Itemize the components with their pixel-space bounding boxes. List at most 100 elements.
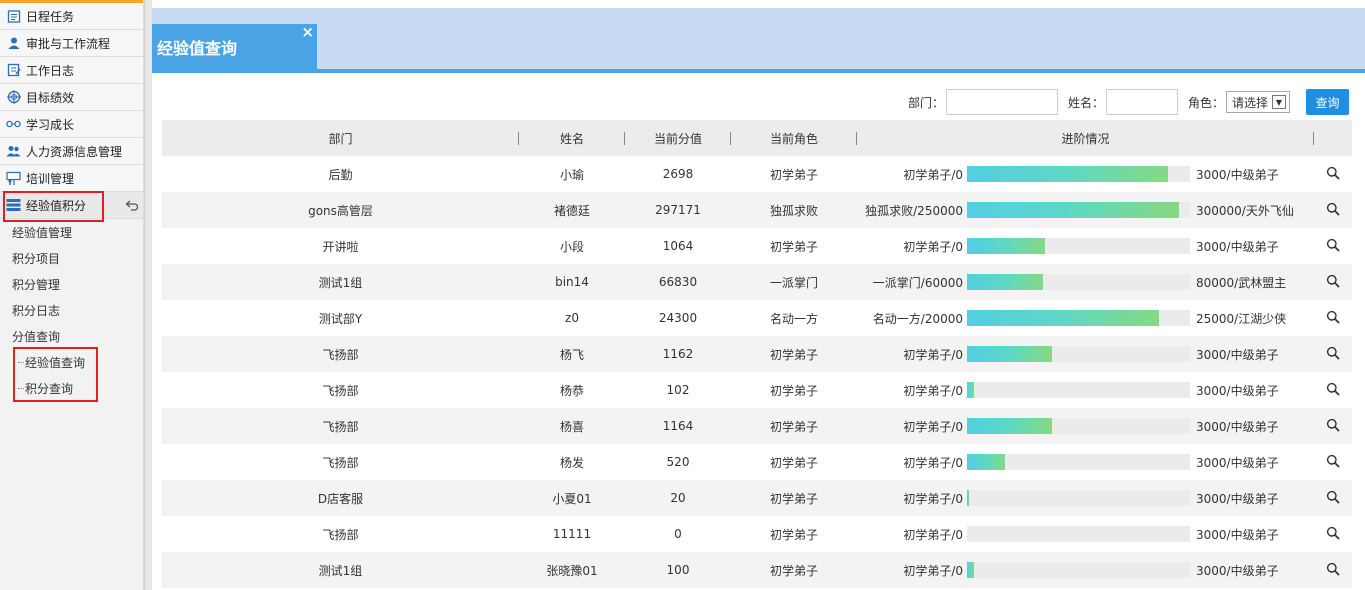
- progress-from-label: 初学弟子/0: [903, 455, 963, 470]
- cell-progress: 初学弟子/0 3000/中级弟子: [857, 156, 1314, 192]
- dept-input[interactable]: [945, 89, 1058, 115]
- magnifier-icon[interactable]: [1325, 273, 1341, 289]
- magnifier-icon[interactable]: [1325, 561, 1341, 577]
- tab-experience-query[interactable]: 经验值查询 ×: [152, 24, 317, 69]
- cell-progress: 名动一方/20000 25000/江湖少侠: [857, 300, 1314, 336]
- submenu-item[interactable]: 分值查询: [0, 323, 143, 349]
- search-bar: 部门： 姓名： 角色： 请选择 ▼ 查询: [908, 89, 1349, 115]
- sidebar-item-label: 学习成长: [26, 117, 75, 132]
- cell-score: 520: [625, 444, 731, 480]
- magnifier-icon[interactable]: [1325, 381, 1341, 397]
- cell-dept: 后勤: [162, 156, 519, 192]
- cell-progress: 初学弟子/0 3000/中级弟子: [857, 444, 1314, 480]
- cell-dept: 飞扬部: [162, 336, 519, 372]
- cell-name: 杨喜: [519, 408, 625, 444]
- cell-dept: 飞扬部: [162, 516, 519, 552]
- cell-name: 杨恭: [519, 372, 625, 408]
- cell-role: 初学弟子: [731, 552, 857, 588]
- sidebar-scrollbar[interactable]: [144, 0, 152, 590]
- sidebar-item-3[interactable]: 工作日志: [0, 57, 143, 84]
- sidebar-item-6[interactable]: 人力资源信息管理: [0, 138, 143, 165]
- main-content: 经验值查询 × 部门： 姓名： 角色： 请选择 ▼ 查询 部门 姓名 当前分值 …: [152, 0, 1365, 590]
- cell-dept: D店客服: [162, 480, 519, 516]
- cell-role: 初学弟子: [731, 480, 857, 516]
- sidebar-item-7[interactable]: 培训管理: [0, 165, 143, 192]
- progress-from-label: 初学弟子/0: [903, 419, 963, 434]
- cell-action: [1314, 156, 1352, 192]
- calendar-icon: [6, 9, 21, 24]
- worklog-icon: [6, 63, 21, 78]
- progress-to-label: 3000/中级弟子: [1196, 419, 1279, 434]
- magnifier-icon[interactable]: [1325, 525, 1341, 541]
- progress-from-label: 独孤求败/250000: [865, 203, 963, 218]
- people-icon: [6, 144, 21, 159]
- magnifier-icon[interactable]: [1325, 345, 1341, 361]
- progress-wrap: 初学弟子/0 3000/中级弟子: [857, 372, 1314, 408]
- progress-wrap: 独孤求败/250000 300000/天外飞仙: [857, 192, 1314, 228]
- progress-bar: [967, 526, 1190, 542]
- progress-wrap: 名动一方/20000 25000/江湖少侠: [857, 300, 1314, 336]
- submenu-item[interactable]: 经验值管理: [0, 219, 143, 245]
- progress-bar: [967, 382, 1190, 398]
- sidebar-item-4[interactable]: 目标绩效: [0, 84, 143, 111]
- name-label: 姓名：: [1067, 95, 1104, 110]
- magnifier-icon[interactable]: [1325, 165, 1341, 181]
- progress-fill: [967, 310, 1159, 326]
- cell-progress: 初学弟子/0 3000/中级弟子: [857, 336, 1314, 372]
- progress-wrap: 初学弟子/0 3000/中级弟子: [857, 552, 1314, 588]
- cell-dept: 测试1组: [162, 264, 519, 300]
- progress-to-label: 3000/中级弟子: [1196, 527, 1279, 542]
- progress-from-label: 初学弟子/0: [903, 491, 963, 506]
- progress-from-label: 初学弟子/0: [903, 527, 963, 542]
- progress-bar: [967, 562, 1190, 578]
- sidebar-item-5[interactable]: 学习成长: [0, 111, 143, 138]
- dept-label: 部门：: [907, 95, 944, 110]
- progress-fill: [967, 490, 970, 506]
- magnifier-icon[interactable]: [1325, 237, 1341, 253]
- target-icon: [6, 90, 21, 105]
- back-arrow-icon[interactable]: [125, 198, 139, 212]
- submenu-item[interactable]: 积分日志: [0, 297, 143, 323]
- progress-wrap: 初学弟子/0 3000/中级弟子: [857, 336, 1314, 372]
- progress-to-label: 3000/中级弟子: [1196, 167, 1279, 182]
- cell-score: 1064: [625, 228, 731, 264]
- magnifier-icon[interactable]: [1325, 201, 1341, 217]
- progress-to-label: 25000/江湖少侠: [1196, 311, 1287, 326]
- sidebar-item-label: 日程任务: [26, 9, 75, 24]
- magnifier-icon[interactable]: [1325, 309, 1341, 325]
- cell-score: 24300: [625, 300, 731, 336]
- cell-action: [1314, 552, 1352, 588]
- progress-to-label: 80000/武林盟主: [1196, 275, 1287, 290]
- cell-score: 20: [625, 480, 731, 516]
- cell-name: 杨飞: [519, 336, 625, 372]
- cell-score: 100: [625, 552, 731, 588]
- magnifier-icon[interactable]: [1325, 417, 1341, 433]
- role-select[interactable]: 请选择 ▼: [1226, 91, 1290, 113]
- table-row: 后勤 小瑜 2698 初学弟子 初学弟子/0 3000/中级弟子: [162, 156, 1352, 192]
- chevron-down-icon[interactable]: ▼: [1272, 95, 1286, 109]
- cell-dept: gons高管层: [162, 192, 519, 228]
- table-row: 飞扬部 杨发 520 初学弟子 初学弟子/0 3000/中级弟子: [162, 444, 1352, 480]
- cell-score: 2698: [625, 156, 731, 192]
- close-icon[interactable]: ×: [301, 25, 314, 40]
- cell-score: 0: [625, 516, 731, 552]
- cell-score: 1164: [625, 408, 731, 444]
- query-button[interactable]: 查询: [1306, 89, 1349, 115]
- cell-action: [1314, 444, 1352, 480]
- cell-progress: 初学弟子/0 3000/中级弟子: [857, 408, 1314, 444]
- magnifier-icon[interactable]: [1325, 489, 1341, 505]
- cell-dept: 飞扬部: [162, 408, 519, 444]
- name-input[interactable]: [1105, 89, 1178, 115]
- progress-bar: [967, 274, 1190, 290]
- submenu-item[interactable]: 积分管理: [0, 271, 143, 297]
- progress-fill: [967, 346, 1052, 362]
- magnifier-icon[interactable]: [1325, 453, 1341, 469]
- sidebar-item-1[interactable]: 日程任务: [0, 3, 143, 30]
- table-row: D店客服 小夏01 20 初学弟子 初学弟子/0 3000/中级弟子: [162, 480, 1352, 516]
- header-role: 当前角色: [731, 120, 857, 156]
- sidebar-item-2[interactable]: 审批与工作流程: [0, 30, 143, 57]
- cell-role: 初学弟子: [731, 444, 857, 480]
- table-row: 飞扬部 杨恭 102 初学弟子 初学弟子/0 3000/中级弟子: [162, 372, 1352, 408]
- cell-dept: 开讲啦: [162, 228, 519, 264]
- submenu-item[interactable]: 积分项目: [0, 245, 143, 271]
